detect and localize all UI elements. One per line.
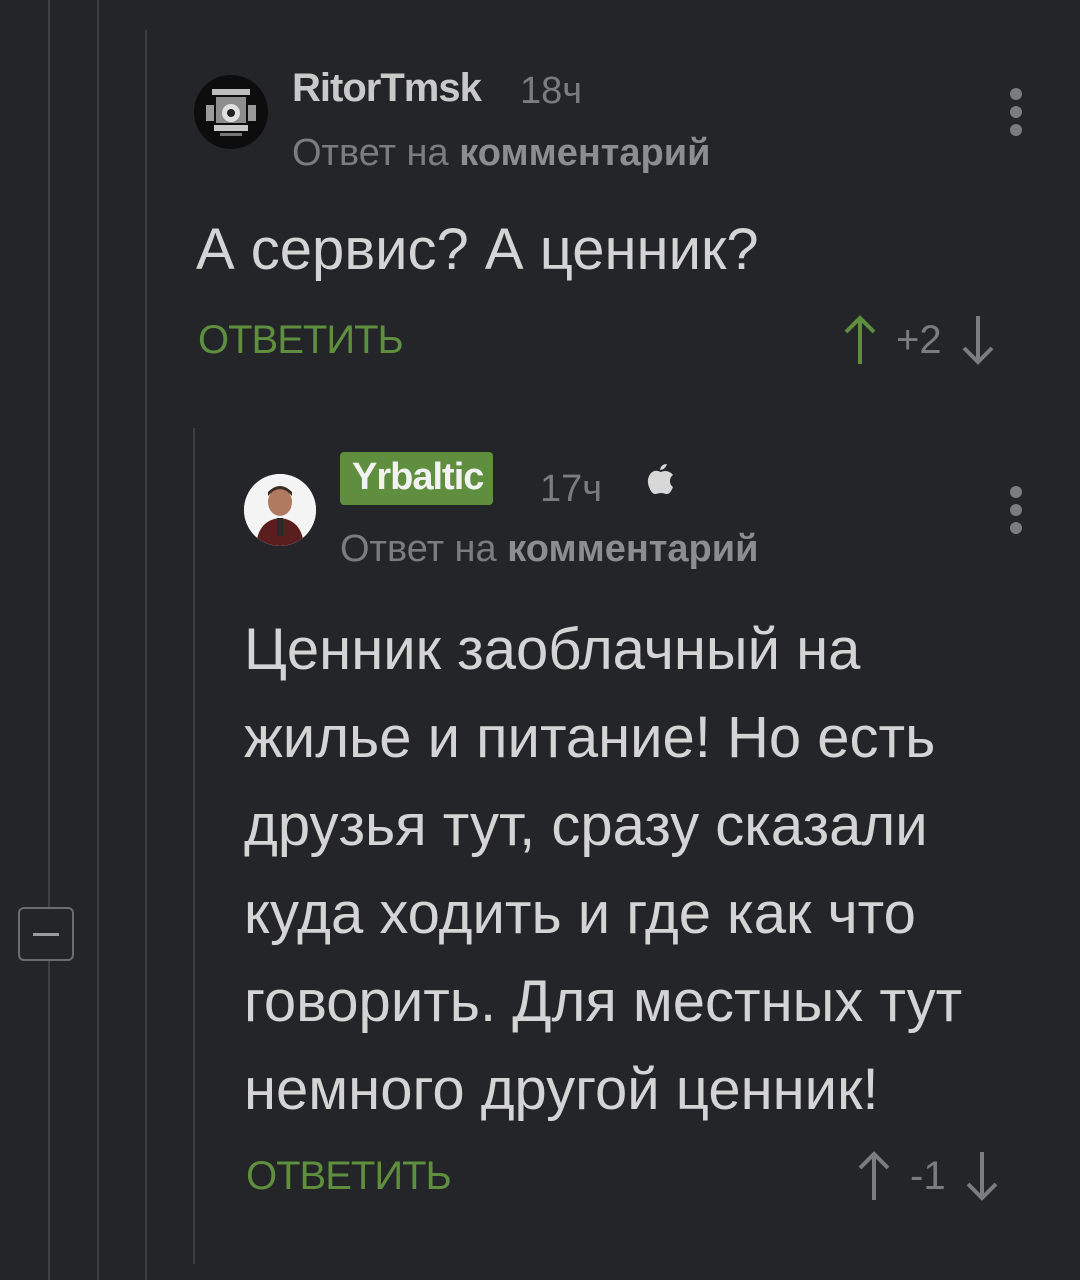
comment: RitorTmsk 18ч Ответ на комментарий А сер…	[0, 0, 1080, 420]
comment-text: Ценник заоблачный на жилье и питание! Но…	[244, 617, 963, 1122]
comment-time: 18ч	[520, 70, 583, 112]
comments-screen: RitorTmsk 18ч Ответ на комментарий А сер…	[0, 0, 1080, 1280]
vote-score: -1	[910, 1153, 946, 1198]
avatar-image	[194, 75, 268, 149]
username-badge[interactable]: Yrbaltic	[340, 452, 494, 505]
vote-controls: +2	[842, 312, 996, 368]
comment-text: А сервис? А ценник?	[196, 217, 759, 282]
apple-icon	[647, 464, 673, 495]
reply-to-info[interactable]: Ответ на комментарий	[292, 132, 710, 175]
reply-button[interactable]: ОТВЕТИТЬ	[246, 1154, 452, 1199]
comment-time: 17ч	[540, 468, 603, 510]
arrow-down-icon[interactable]	[960, 312, 996, 368]
avatar[interactable]	[244, 474, 316, 546]
comment: Yrbaltic 17ч Ответ на комментарий Ценник…	[0, 430, 1080, 1250]
avatar-image	[244, 474, 316, 546]
username[interactable]: RitorTmsk	[292, 66, 482, 111]
vote-score: +2	[896, 317, 942, 362]
reply-prefix: Ответ на	[292, 132, 449, 174]
more-vertical-icon[interactable]	[1010, 486, 1022, 540]
arrow-down-icon[interactable]	[964, 1148, 1000, 1204]
reply-target-link[interactable]: комментарий	[507, 528, 758, 570]
reply-prefix: Ответ на	[340, 528, 497, 570]
reply-to-info[interactable]: Ответ на комментарий	[340, 528, 758, 571]
reply-button[interactable]: ОТВЕТИТЬ	[198, 318, 404, 363]
vote-controls: -1	[856, 1148, 1000, 1204]
arrow-up-icon[interactable]	[856, 1148, 892, 1204]
more-vertical-icon[interactable]	[1010, 88, 1022, 142]
avatar[interactable]	[194, 75, 268, 149]
arrow-up-icon[interactable]	[842, 312, 878, 368]
reply-target-link[interactable]: комментарий	[459, 132, 710, 174]
